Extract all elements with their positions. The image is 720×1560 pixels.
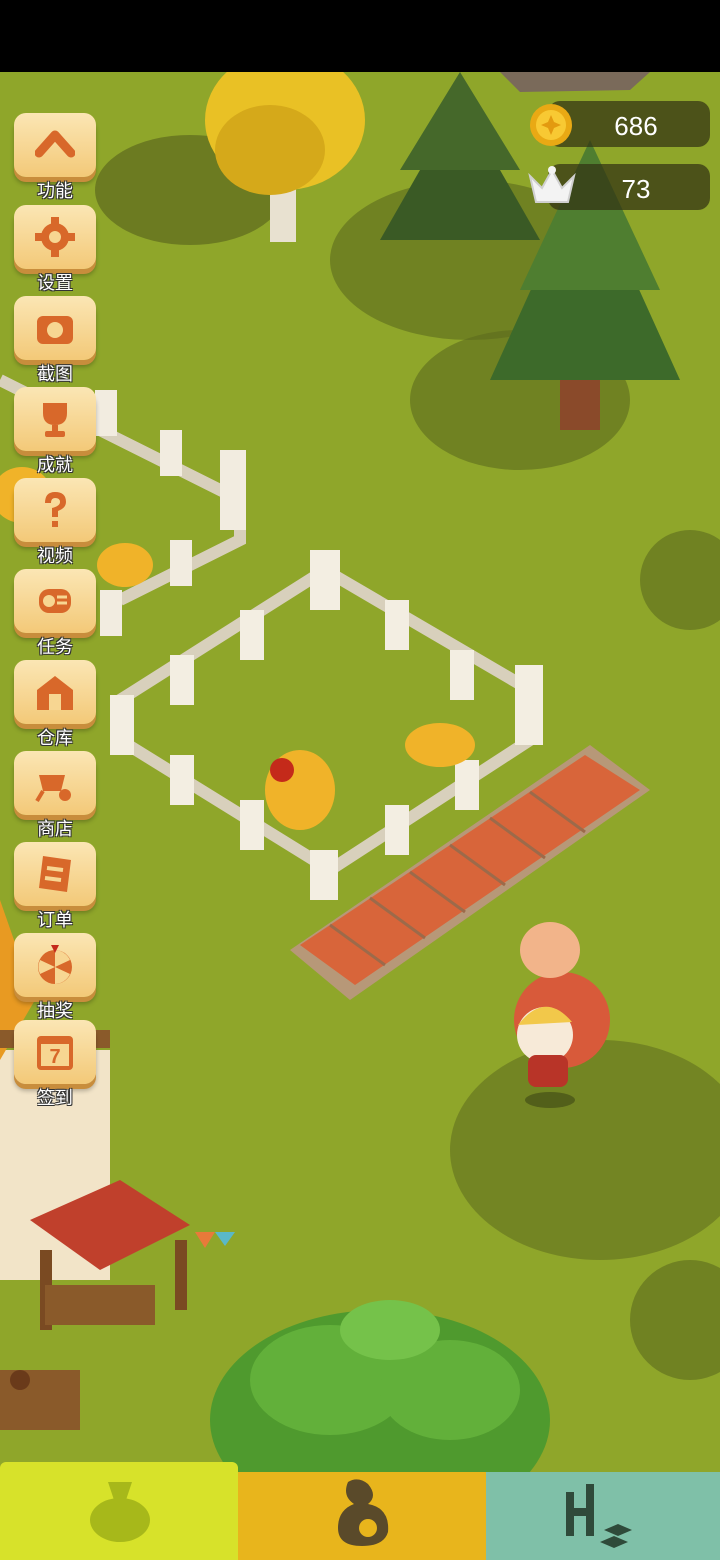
status-bar <box>0 0 720 72</box>
menu-label: 商店 <box>37 819 73 839</box>
menu-tile: 7 <box>14 1020 96 1084</box>
menu-label: 成就 <box>37 455 73 475</box>
farm-map <box>0 72 720 1472</box>
menu-tile <box>14 387 96 451</box>
wheel-icon <box>38 945 72 984</box>
game-scene[interactable] <box>0 72 720 1472</box>
order-icon <box>39 856 71 892</box>
chevron-up-icon <box>35 130 75 158</box>
wheelbarrow-icon <box>35 775 71 803</box>
camera-icon <box>37 316 73 344</box>
menu-button-features[interactable]: 功能 <box>14 113 98 203</box>
calendar-icon: 7 <box>37 1036 73 1070</box>
menu-button-settings[interactable]: 设置 <box>14 205 98 295</box>
question-icon <box>45 492 66 527</box>
menu-tile <box>14 478 96 542</box>
menu-tile <box>14 205 96 269</box>
menu-button-screenshot[interactable]: 截图 <box>14 296 98 386</box>
menu-tile <box>14 569 96 633</box>
menu-label: 截图 <box>37 364 73 384</box>
menu-tile <box>14 933 96 997</box>
gear-icon <box>35 217 75 257</box>
build-icon <box>566 1484 632 1548</box>
tab-chicken[interactable] <box>238 1472 486 1560</box>
menu-tile <box>14 660 96 724</box>
menu-label: 功能 <box>37 181 73 201</box>
tab-sack[interactable] <box>0 1462 238 1560</box>
menu-button-shop[interactable]: 商店 <box>14 751 98 841</box>
bottom-tab-bar <box>0 1462 720 1560</box>
menu-tile <box>14 113 96 177</box>
menu-button-warehouse[interactable]: 仓库 <box>14 660 98 750</box>
menu-label: 签到 <box>37 1088 73 1108</box>
menu-tile <box>14 751 96 815</box>
trophy-icon <box>43 403 67 437</box>
menu-button-tasks[interactable]: 任务 <box>14 569 98 659</box>
menu-label: 视频 <box>37 546 73 566</box>
menu-button-checkin[interactable]: 7 签到 <box>14 1020 98 1110</box>
menu-label: 订单 <box>37 910 73 930</box>
menu-label: 仓库 <box>37 728 73 748</box>
scroll-icon <box>39 589 71 613</box>
coin-icon <box>530 104 572 146</box>
menu-label: 设置 <box>37 273 73 293</box>
calendar-day: 7 <box>49 1046 60 1068</box>
menu-button-video[interactable]: 视频 <box>14 478 98 568</box>
menu-button-lottery[interactable]: 抽奖 <box>14 933 98 1023</box>
menu-tile <box>14 842 96 906</box>
chicken-icon <box>338 1479 389 1546</box>
menu-label: 任务 <box>37 637 73 657</box>
menu-tile <box>14 296 96 360</box>
barn-icon <box>37 676 73 710</box>
crown-icon <box>528 166 576 203</box>
menu-button-achievements[interactable]: 成就 <box>14 387 98 477</box>
menu-button-orders[interactable]: 订单 <box>14 842 98 932</box>
sack-icon <box>90 1482 150 1542</box>
tab-build[interactable] <box>486 1472 720 1560</box>
